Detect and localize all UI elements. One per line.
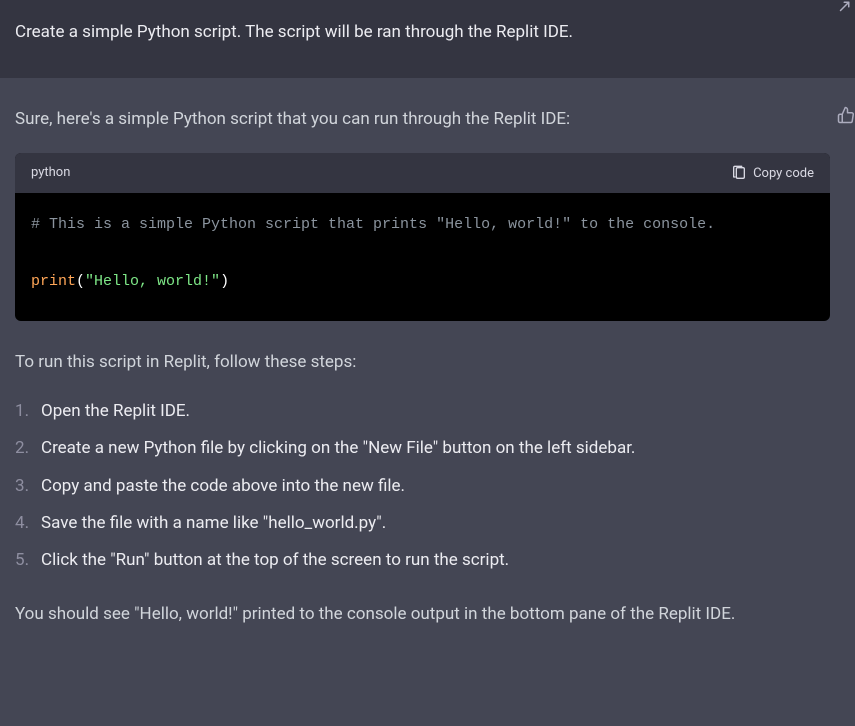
steps-list: Open the Replit IDE. Create a new Python… <box>15 398 840 574</box>
user-prompt-text: Create a simple Python script. The scrip… <box>15 22 573 42</box>
user-message: Create a simple Python script. The scrip… <box>0 0 855 78</box>
list-item: Click the "Run" button at the top of the… <box>15 547 840 574</box>
copy-code-button[interactable]: Copy code <box>731 165 814 181</box>
code-block: python Copy code # This is a simple Pyth… <box>15 153 830 321</box>
code-header: python Copy code <box>15 153 830 194</box>
list-item: Save the file with a name like "hello_wo… <box>15 510 840 537</box>
clipboard-icon <box>731 165 747 181</box>
assistant-outro: You should see "Hello, world!" printed t… <box>15 600 840 629</box>
thumbs-up-icon[interactable] <box>837 106 855 124</box>
code-comment: # This is a simple Python script that pr… <box>31 216 715 233</box>
code-paren-close: ) <box>220 273 229 290</box>
steps-intro: To run this script in Replit, follow the… <box>15 349 840 376</box>
copy-code-label: Copy code <box>753 166 814 181</box>
share-icon[interactable] <box>833 0 851 18</box>
list-item: Copy and paste the code above into the n… <box>15 473 840 500</box>
list-item: Create a new Python file by clicking on … <box>15 435 840 462</box>
code-func: print <box>31 273 76 290</box>
assistant-intro: Sure, here's a simple Python script that… <box>15 106 840 133</box>
code-language-label: python <box>31 163 70 184</box>
code-string: "Hello, world!" <box>85 273 220 290</box>
list-item: Open the Replit IDE. <box>15 398 840 425</box>
code-content: # This is a simple Python script that pr… <box>15 193 830 321</box>
assistant-message: Sure, here's a simple Python script that… <box>0 78 855 650</box>
code-paren-open: ( <box>76 273 85 290</box>
